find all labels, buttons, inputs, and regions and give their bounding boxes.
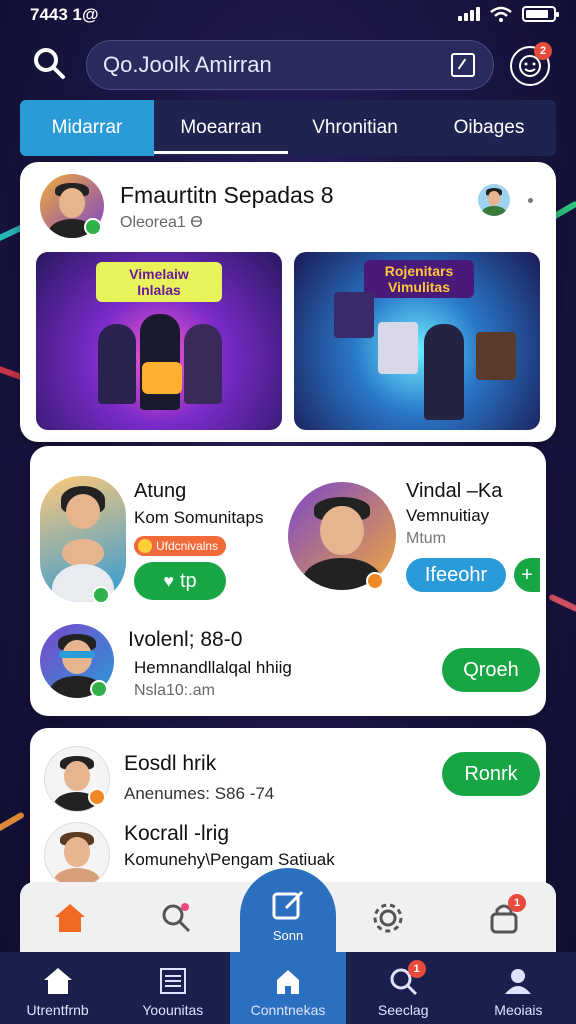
search-bar[interactable] [86,40,494,90]
status-time: 7443 1@ [30,5,99,24]
small-avatar[interactable] [478,184,510,216]
notification-badge: 1 [508,894,526,912]
status-icons [458,6,559,22]
person-desc: Komunehy\Pengam Satiuak [124,850,335,869]
tab-oibages[interactable]: Oibages [422,100,556,156]
suggestions-card: Atung Kom Somunitaps Ufdcnivalns ♥ tp Vi… [30,446,546,716]
status-bar: 7443 1@ [0,0,576,30]
search-action[interactable] [154,896,198,940]
suggestion-right-sub: Mtum [406,530,446,547]
edit-icon[interactable] [451,53,475,77]
tab-moearran[interactable]: Moearran [154,100,288,156]
promo-image-left[interactable]: Vimelaiw Inlalas [36,252,282,430]
follow-button-left[interactable]: ♥ tp [134,562,226,600]
person-avatar[interactable] [44,822,110,888]
wifi-icon [490,6,512,22]
messages-action[interactable]: 1 [482,894,526,940]
row-name[interactable]: Ivolenl; 88-0 [128,628,242,652]
post-author[interactable]: Fmaurtitn Sepadas 8 [120,182,334,209]
profile-icon [505,969,532,994]
community-icon [277,970,299,994]
person-desc: Anenumes: S86 -74 [124,784,275,803]
row-action-button[interactable]: Qroeh [442,648,540,692]
tab-midarrar[interactable]: Midarrar [20,100,154,156]
row-desc: Hemnandllalqal hhiig [134,658,292,677]
suggestion-avatar-left[interactable] [40,476,126,602]
notification-badge: 2 [534,42,552,60]
status-badge: Ufdcnivalns [134,536,227,556]
nav-item-home[interactable]: Utrentfrnb [0,952,115,1024]
more-options-icon[interactable] [528,198,533,203]
bottom-nav: Utrentfrnb Yoounitas Conntnekas 1 Seecla… [0,952,576,1024]
verified-badge-icon [92,586,110,604]
search-icon [34,48,65,79]
bg-streak [548,593,576,613]
row-time: Nsla10:.am [134,682,215,699]
star-badge-icon [366,572,384,590]
notifications-button[interactable]: 2 [510,42,552,86]
post-subtitle: Oleoreа1 Ө [120,214,203,231]
search-input[interactable] [103,52,423,78]
edit-icon [272,890,304,920]
add-button[interactable]: + [514,558,540,592]
nav-item-profile[interactable]: Meoiais [461,952,576,1024]
person-action-button[interactable]: Ronrk [442,752,540,796]
suggestion-right-desc: Vemnuitiay [406,506,490,525]
nav-item-list[interactable]: Yoounitas [115,952,230,1024]
suggestion-left-name[interactable]: Atung [134,480,186,503]
verified-badge-icon [84,218,102,236]
promo-image-right[interactable]: Rojenitars Vimulitas [294,252,540,430]
nav-item-search[interactable]: 1 Seeclag [346,952,461,1024]
home-icon [55,904,85,932]
person-name[interactable]: Kocrall -lrig [124,822,229,846]
search-icon [162,903,191,933]
verified-badge-icon [90,680,108,698]
suggestion-right-name[interactable]: Vindal –Ka [406,480,502,503]
compose-label: Sonn [272,928,304,943]
suggestion-left-desc: Kom Somunitaps [134,508,264,527]
gear-icon [373,903,403,933]
battery-icon [522,6,559,22]
action-button-right[interactable]: Ifeeohr [406,558,506,592]
person-name[interactable]: Eosdl hrik [124,752,216,776]
settings-action[interactable] [366,896,410,940]
post-card[interactable]: Fmaurtitn Sepadas 8 Oleoreа1 Ө Vimelaiw … [20,162,556,442]
promo-left-title: Vimelaiw Inlalas [96,262,222,302]
home-icon [43,968,72,994]
nav-item-community[interactable]: Conntnekas [230,952,346,1024]
search-icon-button[interactable] [30,44,70,84]
heart-icon: ♥ [163,570,174,591]
tab-bar: Midarrar Moearran Vhronitian Oibages [20,100,556,156]
tab-vhronitian[interactable]: Vhronitian [288,100,422,156]
notification-badge: 1 [407,960,426,978]
emoji-icon [138,539,152,553]
bg-streak [0,811,26,835]
home-action[interactable] [48,896,92,940]
list-icon [159,968,186,994]
star-badge-icon [88,788,106,806]
signal-icon [458,7,480,21]
promo-right-title: Rojenitars Vimulitas [364,260,474,298]
